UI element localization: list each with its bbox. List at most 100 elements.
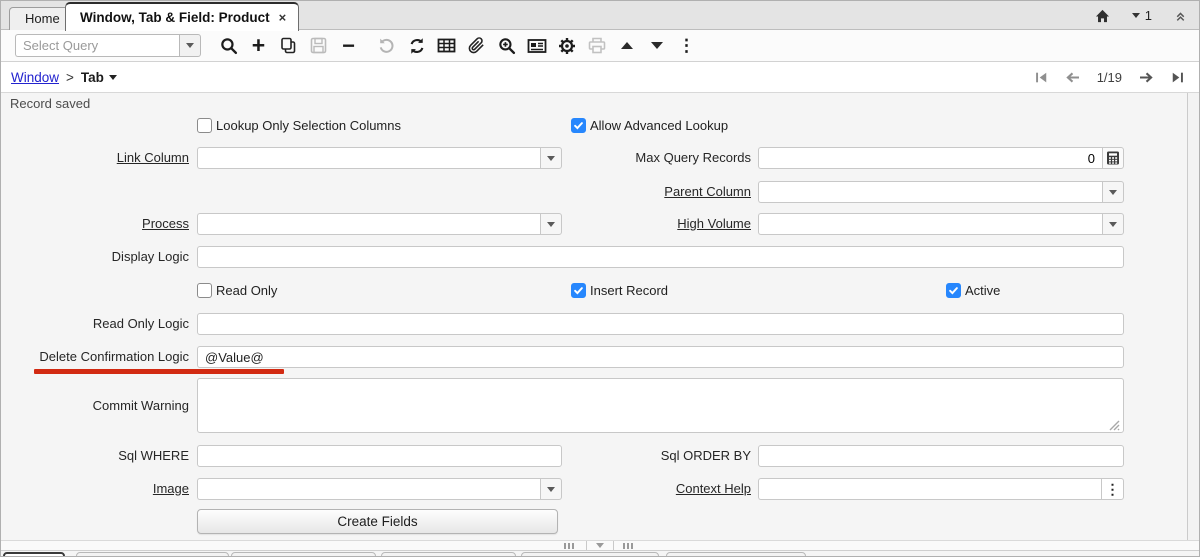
detail-tab[interactable] (231, 552, 376, 557)
label-process[interactable]: Process (1, 213, 189, 235)
checkbox-read-only[interactable]: Read Only (197, 283, 277, 298)
search-icon[interactable] (218, 34, 239, 58)
next-record-icon[interactable] (1139, 71, 1154, 84)
header-right-controls: 1 (1095, 1, 1187, 30)
parent-column-combobox (758, 181, 1124, 203)
checkbox-label: Active (965, 283, 1000, 298)
last-record-icon[interactable] (1171, 71, 1185, 84)
gear-icon[interactable] (556, 34, 577, 58)
attachment-icon[interactable] (466, 34, 487, 58)
image-input[interactable] (197, 478, 540, 500)
scrollbar-track[interactable] (1187, 93, 1200, 540)
chevron-down-icon (1109, 222, 1117, 227)
home-icon[interactable] (1095, 9, 1110, 23)
copy-icon[interactable] (278, 34, 299, 58)
context-help-more-button[interactable]: ⋮ (1101, 478, 1124, 500)
toolbar-buttons: + − (218, 34, 697, 58)
toolbar: + − (1, 30, 1199, 62)
parent-record-icon[interactable] (616, 34, 637, 58)
delete-record-icon[interactable]: − (338, 34, 359, 58)
collapse-header-icon[interactable] (1174, 9, 1187, 22)
save-icon[interactable] (308, 34, 329, 58)
select-query-input[interactable] (15, 34, 179, 57)
label-sql-where: Sql WHERE (1, 445, 189, 467)
calculator-icon (1106, 151, 1120, 165)
undo-icon[interactable] (376, 34, 397, 58)
checkbox-unchecked-icon (197, 118, 212, 133)
label-sql-order-by: Sql ORDER BY (541, 445, 751, 467)
sql-order-by-input[interactable] (758, 445, 1124, 467)
splitter-grip-icon (623, 543, 636, 549)
calculator-button[interactable] (1102, 147, 1124, 169)
red-underline-annotation (34, 369, 284, 374)
more-options-icon[interactable]: ⋮ (676, 34, 697, 58)
chevron-down-icon (1109, 190, 1117, 195)
link-column-input[interactable] (197, 147, 540, 169)
splitter-collapse-icon[interactable] (596, 543, 604, 548)
sql-where-input[interactable] (197, 445, 562, 467)
context-help-input[interactable] (758, 478, 1101, 500)
new-record-icon[interactable]: + (248, 34, 269, 58)
detail-tab[interactable] (666, 552, 806, 557)
workspace-switcher[interactable]: 1 (1132, 8, 1152, 23)
image-combobox (197, 478, 562, 500)
tab-window-tab-field[interactable]: Window, Tab & Field: Product × (65, 2, 299, 31)
display-logic-input[interactable] (197, 246, 1124, 268)
first-record-icon[interactable] (1034, 71, 1048, 84)
application-window: Home Window, Tab & Field: Product × 1 (0, 0, 1200, 557)
zoom-across-icon[interactable] (496, 34, 517, 58)
detail-tab[interactable] (76, 552, 229, 557)
detail-tab-selected[interactable] (3, 552, 65, 557)
breadcrumb-current-label: Tab (81, 70, 104, 85)
max-query-records-input[interactable] (758, 147, 1102, 169)
grid-toggle-icon[interactable] (436, 34, 457, 58)
checkbox-checked-icon (571, 118, 586, 133)
checkbox-allow-advanced-lookup[interactable]: Allow Advanced Lookup (571, 118, 728, 133)
breadcrumb-current-tab[interactable]: Tab (81, 70, 117, 85)
delete-confirmation-logic-input[interactable] (197, 346, 1124, 368)
commit-warning-textarea[interactable] (197, 378, 1124, 433)
high-volume-dropdown-button[interactable] (1102, 213, 1124, 235)
label-image[interactable]: Image (1, 478, 189, 500)
workspace-count: 1 (1145, 8, 1152, 23)
parent-column-dropdown-button[interactable] (1102, 181, 1124, 203)
detail-record-icon[interactable] (646, 34, 667, 58)
read-only-logic-input[interactable] (197, 313, 1124, 335)
select-query-dropdown-button[interactable] (179, 34, 201, 57)
checkbox-insert-record[interactable]: Insert Record (571, 283, 668, 298)
label-delete-confirmation-logic: Delete Confirmation Logic (1, 346, 189, 368)
record-position: 1/19 (1097, 70, 1122, 85)
label-parent-column[interactable]: Parent Column (541, 181, 751, 203)
checkbox-label: Allow Advanced Lookup (590, 118, 728, 133)
label-high-volume[interactable]: High Volume (541, 213, 751, 235)
parent-column-input[interactable] (758, 181, 1102, 203)
detail-tab[interactable] (381, 552, 516, 557)
report-icon[interactable] (526, 34, 547, 58)
window-tab-bar: Home Window, Tab & Field: Product × 1 (1, 1, 1199, 30)
high-volume-input[interactable] (758, 213, 1102, 235)
checkbox-label: Insert Record (590, 283, 668, 298)
process-input[interactable] (197, 213, 540, 235)
checkbox-active[interactable]: Active (946, 283, 1000, 298)
chevron-down-icon (186, 43, 194, 48)
previous-record-icon[interactable] (1065, 71, 1080, 84)
label-link-column[interactable]: Link Column (1, 147, 189, 169)
checkbox-checked-icon (946, 283, 961, 298)
horizontal-splitter[interactable] (1, 540, 1199, 551)
chevron-down-icon (1132, 13, 1140, 18)
max-query-records-field (758, 147, 1124, 169)
checkbox-label: Lookup Only Selection Columns (216, 118, 401, 133)
checkbox-lookup-only-selection-columns[interactable]: Lookup Only Selection Columns (197, 118, 401, 133)
tab-title: Window, Tab & Field: Product (80, 10, 270, 25)
refresh-icon[interactable] (406, 34, 427, 58)
label-display-logic: Display Logic (1, 246, 189, 268)
label-context-help[interactable]: Context Help (541, 478, 751, 500)
triangle-up-icon (621, 42, 633, 49)
detail-tab[interactable] (521, 552, 659, 557)
close-icon[interactable]: × (279, 11, 287, 24)
create-fields-button[interactable]: Create Fields (197, 509, 558, 534)
splitter-grip-icon (564, 543, 577, 549)
print-icon[interactable] (586, 34, 607, 58)
breadcrumb-window-link[interactable]: Window (11, 70, 59, 85)
label-max-query-records: Max Query Records (541, 147, 751, 169)
